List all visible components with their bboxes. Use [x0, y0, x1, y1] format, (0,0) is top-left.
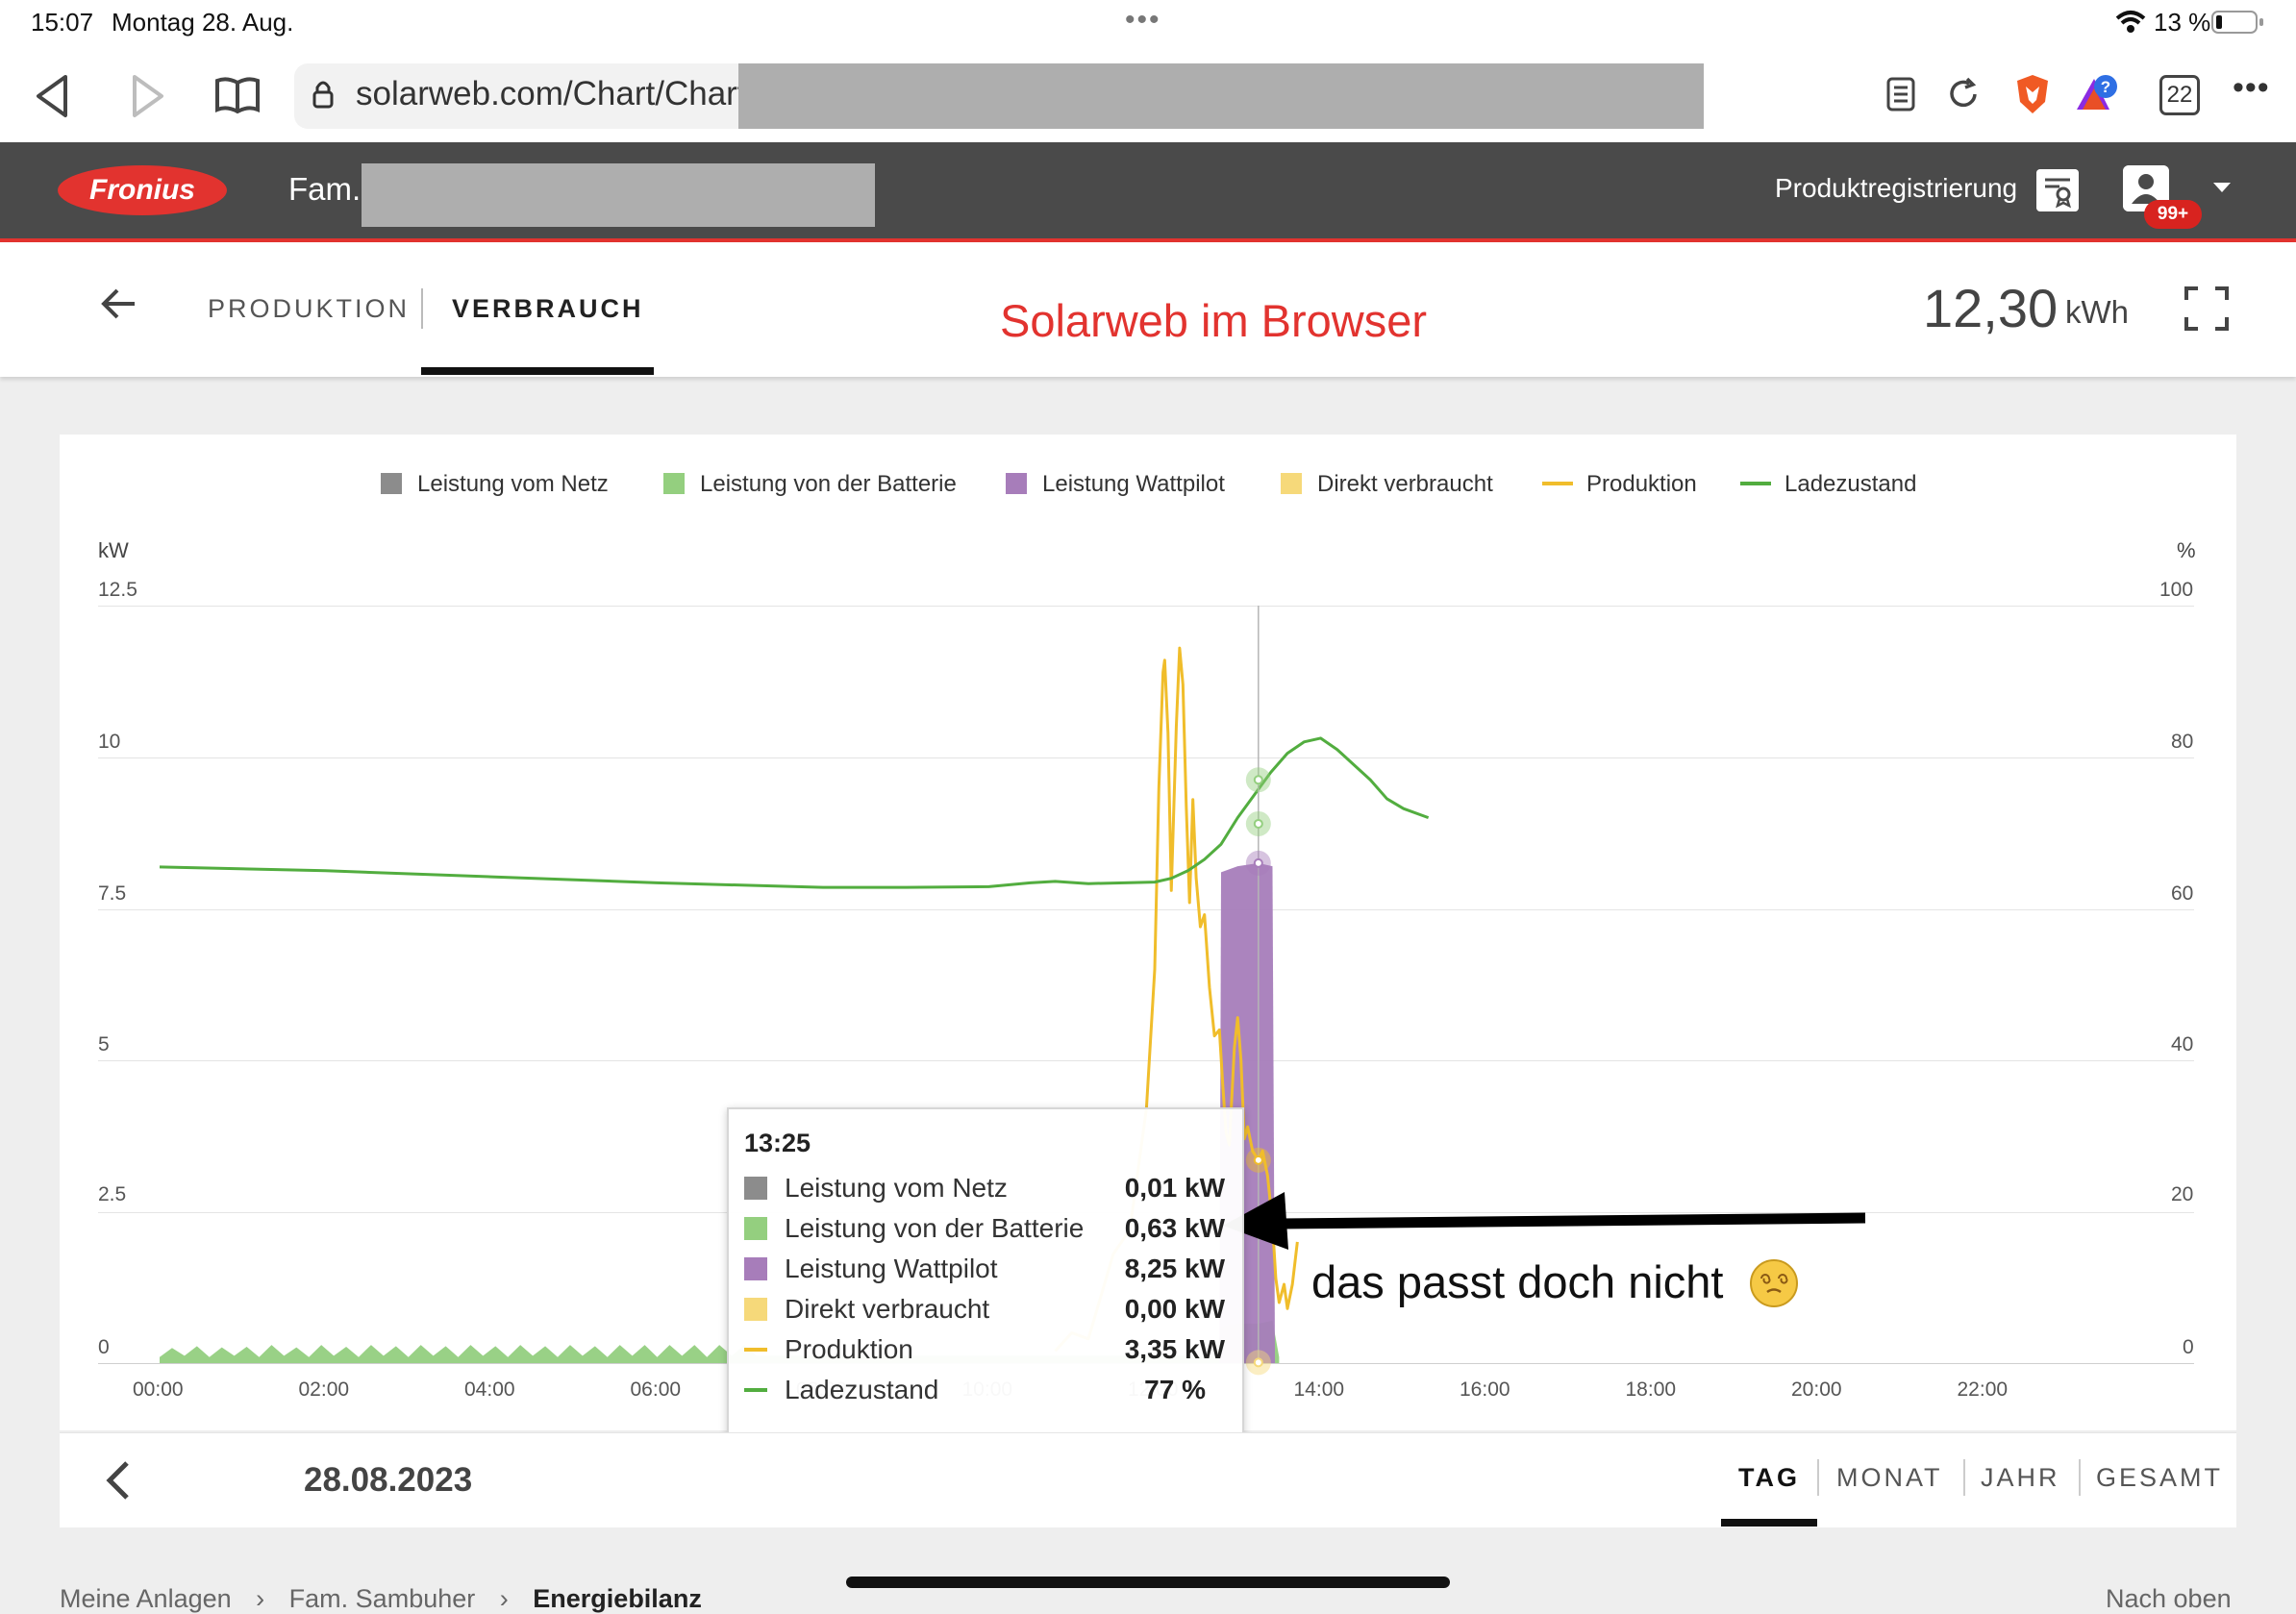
tooltip-line-swatch — [744, 1348, 767, 1352]
tooltip-swatch — [744, 1177, 767, 1200]
x-tick-label: 04:00 — [464, 1378, 515, 1401]
tooltip-value: 8,25 kW — [1124, 1254, 1225, 1283]
home-indicator — [846, 1577, 1450, 1588]
active-period-indicator — [1721, 1519, 1817, 1527]
x-tick-label: 00:00 — [133, 1378, 184, 1401]
tooltip-swatch — [744, 1298, 767, 1321]
tooltip-label: Leistung von der Batterie — [785, 1213, 1085, 1243]
series-line-ladezustand — [159, 736, 1430, 889]
x-tick-label: 16:00 — [1460, 1378, 1510, 1401]
hover-marker-dot — [1253, 1155, 1263, 1165]
tooltip-label: Leistung vom Netz — [785, 1173, 1008, 1203]
x-tick-label: 20:00 — [1791, 1378, 1842, 1401]
x-tick-label: 18:00 — [1625, 1378, 1677, 1401]
tooltip-value: 77 % — [1144, 1375, 1206, 1404]
tooltip-swatch — [744, 1217, 767, 1240]
tooltip-value: 0,63 kW — [1124, 1213, 1225, 1243]
period-tag[interactable]: TAG — [1738, 1463, 1800, 1493]
tooltip-label: Direkt verbraucht — [785, 1294, 990, 1324]
tooltip-time: 13:25 — [744, 1129, 811, 1157]
hover-marker-dot — [1253, 818, 1263, 829]
annotation-arrow — [1223, 1192, 1866, 1250]
period-separator — [1817, 1459, 1819, 1496]
x-tick-label: 06:00 — [630, 1378, 682, 1401]
annotation-note: das passt doch nicht — [1311, 1256, 1724, 1307]
previous-day-icon[interactable] — [104, 1459, 131, 1502]
tooltip-label: Leistung Wattpilot — [785, 1254, 998, 1283]
chart-tooltip: 13:25 Leistung vom Netz 0,01 kW Leistung… — [727, 1107, 1244, 1436]
breadcrumb-chevron-icon: › — [499, 1584, 509, 1613]
period-separator — [1963, 1459, 1965, 1496]
hover-marker-dot — [1253, 1357, 1263, 1368]
x-tick-label: 14:00 — [1293, 1378, 1345, 1401]
tooltip-value: 0,01 kW — [1124, 1173, 1225, 1203]
x-tick-label: 02:00 — [298, 1378, 350, 1401]
breadcrumb-current: Energiebilanz — [533, 1584, 702, 1613]
breadcrumb-chevron-icon: › — [256, 1584, 265, 1613]
hover-marker-dot — [1253, 775, 1263, 785]
period-year[interactable]: JAHR — [1981, 1463, 2060, 1493]
breadcrumb-item[interactable]: Fam. Sambuher — [289, 1584, 476, 1613]
tooltip-value: 3,35 kW — [1124, 1334, 1225, 1364]
tooltip-label: Ladezustand — [785, 1375, 939, 1404]
breadcrumb: Meine Anlagen › Fam. Sambuher › Energieb… — [60, 1584, 702, 1614]
tooltip-swatch — [744, 1257, 767, 1280]
hover-marker-dot — [1253, 857, 1263, 868]
dizzy-face-emoji-icon — [1750, 1259, 1798, 1307]
period-total[interactable]: GESAMT — [2096, 1463, 2223, 1493]
breadcrumb-item[interactable]: Meine Anlagen — [60, 1584, 232, 1613]
period-month[interactable]: MONAT — [1836, 1463, 1943, 1493]
period-separator — [2079, 1459, 2081, 1496]
selected-date[interactable]: 28.08.2023 — [304, 1461, 472, 1500]
scroll-to-top-link[interactable]: Nach oben — [2106, 1584, 2232, 1614]
tooltip-line-swatch — [744, 1388, 767, 1392]
tooltip-label: Produktion — [785, 1334, 913, 1364]
x-tick-label: 22:00 — [1957, 1378, 2009, 1401]
tooltip-value: 0,00 kW — [1124, 1294, 1225, 1324]
